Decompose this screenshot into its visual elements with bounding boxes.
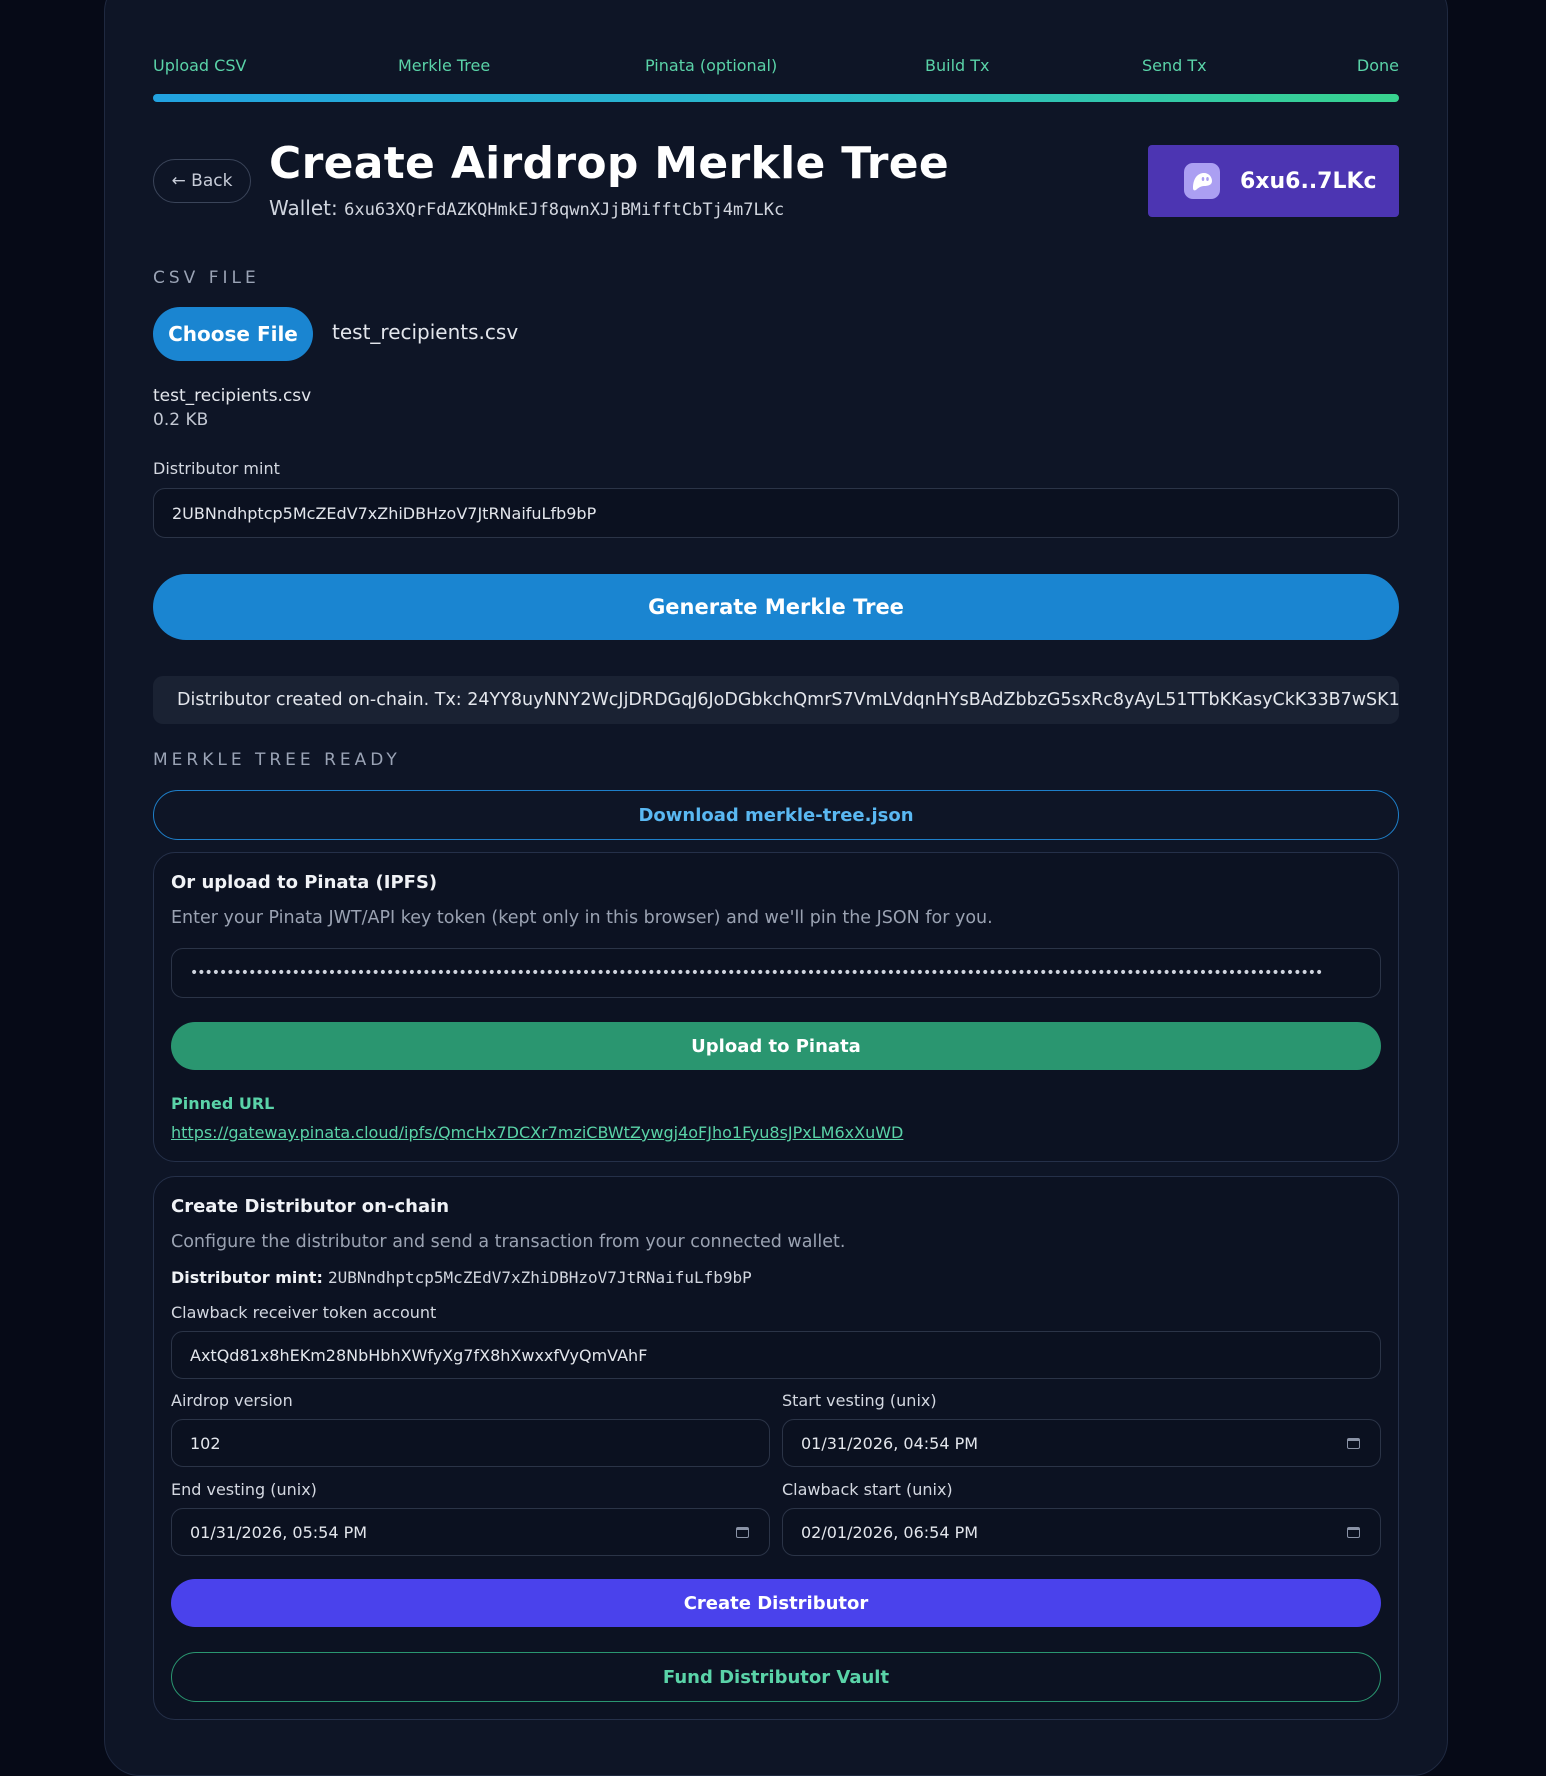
wallet-button-label: 6xu6..7LKc <box>1240 168 1377 194</box>
csv-section-label: CSV FILE <box>153 268 260 288</box>
distributor-title: Create Distributor on-chain <box>171 1196 450 1217</box>
status-message: Distributor created on-chain. Tx: 24YY8u… <box>153 676 1399 724</box>
clawback-start-value: 02/01/2026, 06:54 PM <box>801 1522 979 1542</box>
wallet-address: 6xu63XQrFdAZKQHmkEJf8qwnXJjBMifftCbTj4m7… <box>344 200 785 220</box>
end-vesting-input[interactable]: 01/31/2026, 05:54 PM <box>171 1508 770 1556</box>
step-send-tx: Send Tx <box>1142 56 1207 75</box>
file-size: 0.2 KB <box>153 410 209 430</box>
stepper: Upload CSV Merkle Tree Pinata (optional)… <box>153 56 1399 86</box>
calendar-icon[interactable] <box>1347 1526 1360 1538</box>
download-merkle-json-button[interactable]: Download merkle-tree.json <box>153 790 1399 840</box>
choose-file-button[interactable]: Choose File <box>153 307 313 361</box>
create-distributor-button[interactable]: Create Distributor <box>171 1579 1381 1627</box>
start-vesting-input[interactable]: 01/31/2026, 04:54 PM <box>782 1419 1381 1467</box>
clawback-receiver-input[interactable]: AxtQd81x8hEKm28NbHbhXWfyXg7fX8hXwxxfVyQm… <box>171 1331 1381 1379</box>
start-vesting-value: 01/31/2026, 04:54 PM <box>801 1433 979 1453</box>
step-build-tx: Build Tx <box>925 56 990 75</box>
progress-bar <box>153 94 1399 102</box>
distributor-mint-key: Distributor mint: <box>171 1268 323 1287</box>
clawback-receiver-label: Clawback receiver token account <box>171 1303 437 1322</box>
end-vesting-value: 01/31/2026, 05:54 PM <box>190 1522 368 1542</box>
pinned-url-label: Pinned URL <box>171 1094 275 1113</box>
end-vesting-label: End vesting (unix) <box>171 1480 317 1499</box>
pinata-panel <box>153 852 1399 1162</box>
generate-merkle-tree-button[interactable]: Generate Merkle Tree <box>153 574 1399 640</box>
wallet-button[interactable]: 6xu6..7LKc <box>1148 145 1399 217</box>
upload-to-pinata-button[interactable]: Upload to Pinata <box>171 1022 1381 1070</box>
merkle-ready-section-label: MERKLE TREE READY <box>153 750 401 770</box>
step-merkle-tree: Merkle Tree <box>398 56 491 75</box>
distributor-description: Configure the distributor and send a tra… <box>171 1232 846 1252</box>
airdrop-version-label: Airdrop version <box>171 1391 293 1410</box>
pinata-token-input[interactable]: ••••••••••••••••••••••••••••••••••••••••… <box>171 948 1381 998</box>
distributor-mint-value: 2UBNndhptcp5McZEdV7xZhiDBHzoV7JtRNaifuLf… <box>327 1268 752 1287</box>
file-name: test_recipients.csv <box>153 386 312 406</box>
wallet-label: Wallet: <box>269 196 338 220</box>
clawback-start-input[interactable]: 02/01/2026, 06:54 PM <box>782 1508 1381 1556</box>
distributor-mint-input[interactable]: 2UBNndhptcp5McZEdV7xZhiDBHzoV7JtRNaifuLf… <box>153 488 1399 538</box>
step-pinata: Pinata (optional) <box>645 56 778 75</box>
phantom-ghost-icon <box>1184 163 1220 199</box>
pinned-url-link[interactable]: https://gateway.pinata.cloud/ipfs/QmcHx7… <box>171 1123 903 1142</box>
step-upload-csv: Upload CSV <box>153 56 247 75</box>
back-button[interactable]: ← Back <box>153 159 251 203</box>
page-title: Create Airdrop Merkle Tree <box>269 138 949 189</box>
calendar-icon[interactable] <box>736 1526 749 1538</box>
start-vesting-label: Start vesting (unix) <box>782 1391 937 1410</box>
calendar-icon[interactable] <box>1347 1437 1360 1449</box>
pinata-description: Enter your Pinata JWT/API key token (kep… <box>171 908 993 928</box>
airdrop-version-input[interactable]: 102 <box>171 1419 770 1467</box>
distributor-mint-label: Distributor mint <box>153 459 280 478</box>
pinata-title: Or upload to Pinata (IPFS) <box>171 872 438 893</box>
chosen-file-name: test_recipients.csv <box>332 320 519 344</box>
step-done: Done <box>1356 56 1399 75</box>
fund-distributor-vault-button[interactable]: Fund Distributor Vault <box>171 1652 1381 1702</box>
wallet-line: Wallet: 6xu63XQrFdAZKQHmkEJf8qwnXJjBMiff… <box>269 196 784 220</box>
distributor-mint-line: Distributor mint: 2UBNndhptcp5McZEdV7xZh… <box>171 1268 752 1287</box>
clawback-start-label: Clawback start (unix) <box>782 1480 953 1499</box>
